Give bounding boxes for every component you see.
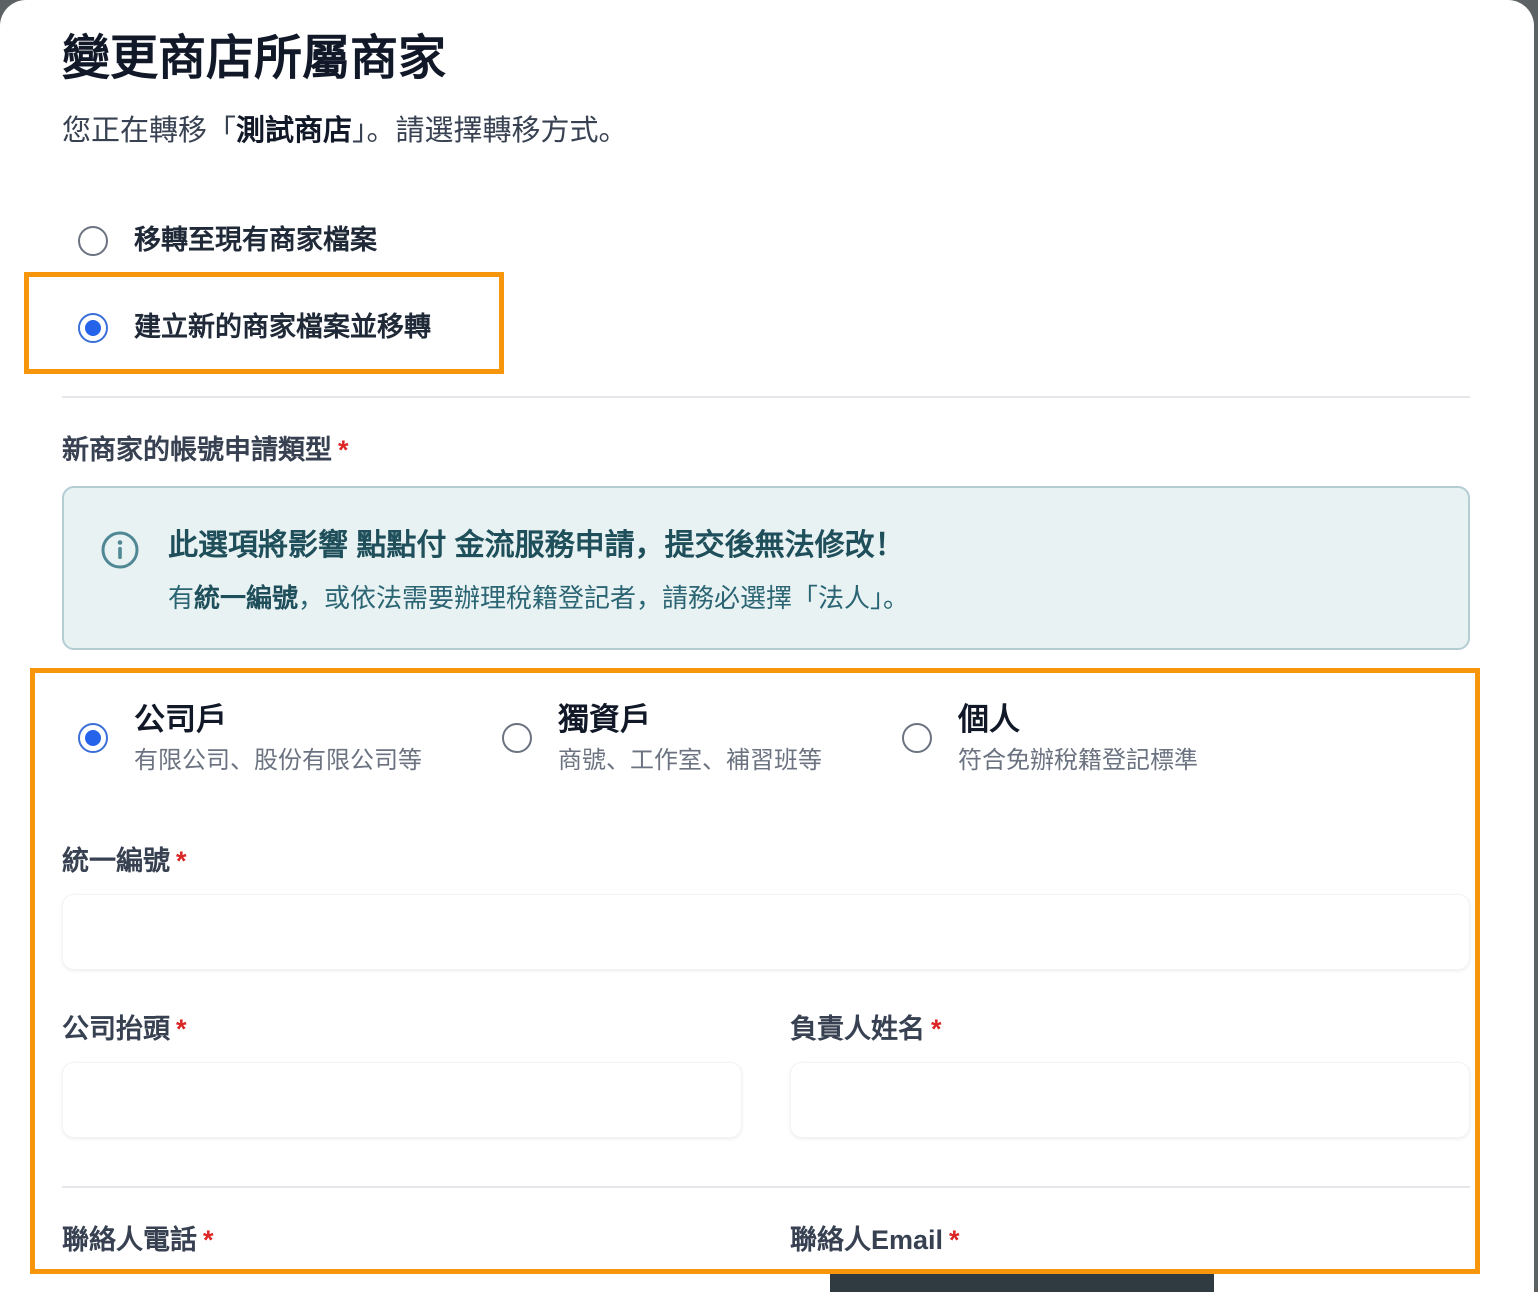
radio-transfer-existing[interactable] xyxy=(78,226,108,256)
transfer-existing-label[interactable]: 移轉至現有商家檔案 xyxy=(134,222,377,258)
account-type-label-text: 新商家的帳號申請類型 xyxy=(62,435,332,465)
create-new-merchant-label[interactable]: 建立新的商家檔案並移轉 xyxy=(134,309,431,345)
subtitle-suffix: 」。請選擇轉移方式。 xyxy=(352,115,628,147)
notice-body-suffix: ，或依法需要辦理稅籍登記者，請務必選擇「法人」。 xyxy=(298,583,910,613)
notice-title: 此選項將影響 點點付 金流服務申請，提交後無法修改！ xyxy=(168,529,905,562)
notice-box: 此選項將影響 點點付 金流服務申請，提交後無法修改！ 有統一編號，或依法需要辦理… xyxy=(62,486,1470,650)
notice-body-bold: 統一編號 xyxy=(194,583,299,613)
notice-body-prefix: 有 xyxy=(168,583,195,613)
notice-body: 有統一編號，或依法需要辦理稅籍登記者，請務必選擇「法人」。 xyxy=(168,580,909,616)
dialog-title: 變更商店所屬商家 xyxy=(62,32,447,85)
change-merchant-dialog: 變更商店所屬商家 您正在轉移「測試商店」。請選擇轉移方式。 移轉至現有商家檔案 … xyxy=(0,0,1534,1292)
account-type-label: 新商家的帳號申請類型 * xyxy=(62,432,349,468)
required-mark: * xyxy=(338,435,349,465)
dialog-subtitle: 您正在轉移「測試商店」。請選擇轉移方式。 xyxy=(62,110,628,152)
radio-create-new-merchant[interactable] xyxy=(78,313,108,343)
backdrop xyxy=(1534,0,1538,1292)
info-icon xyxy=(101,531,139,569)
store-name: 測試商店 xyxy=(236,115,353,147)
submit-button[interactable] xyxy=(830,1272,1214,1292)
subtitle-prefix: 您正在轉移「 xyxy=(62,115,237,147)
section-divider xyxy=(62,396,1470,398)
highlight-box-account-section xyxy=(30,668,1480,1274)
